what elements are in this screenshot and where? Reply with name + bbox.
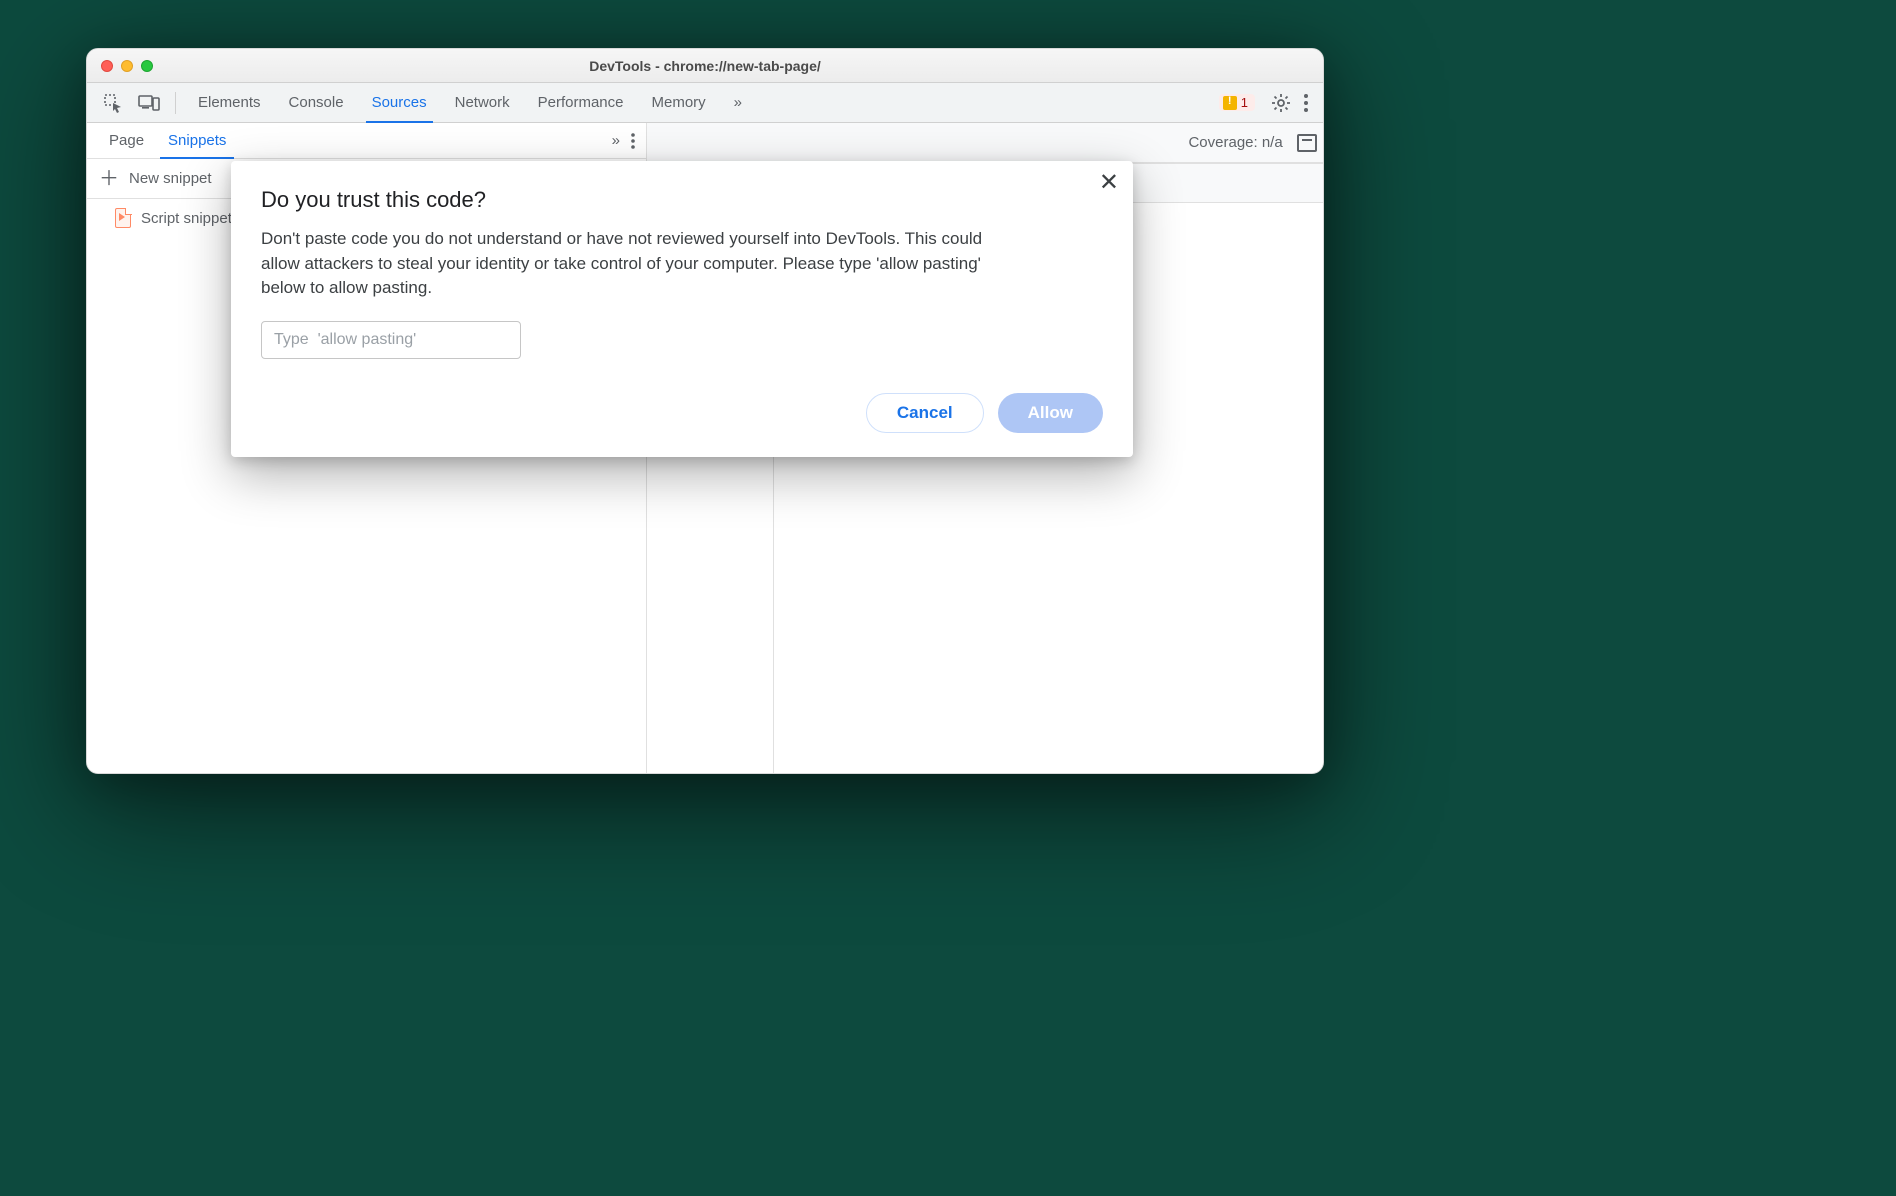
snippet-file-icon: [115, 208, 131, 228]
more-menu-button[interactable]: [1303, 93, 1309, 113]
settings-button[interactable]: [1271, 93, 1291, 113]
tab-label: Snippets: [168, 132, 226, 149]
window-title: DevTools - chrome://new-tab-page/: [87, 58, 1323, 74]
sidebar-tab-snippets[interactable]: Snippets: [156, 123, 238, 158]
traffic-lights: [87, 60, 153, 72]
window-titlebar: DevTools - chrome://new-tab-page/: [87, 49, 1323, 83]
tab-label: Memory: [652, 94, 706, 111]
allow-button[interactable]: Allow: [998, 393, 1103, 433]
plus-icon[interactable]: ＋: [99, 169, 119, 189]
issues-badge[interactable]: 1: [1219, 94, 1255, 111]
warning-icon: [1223, 96, 1237, 110]
tab-memory[interactable]: Memory: [638, 83, 720, 122]
tab-label: Network: [455, 94, 510, 111]
chevron-double-right-icon: »: [734, 94, 742, 111]
divider: [175, 92, 176, 114]
new-snippet-button[interactable]: New snippet: [129, 170, 212, 187]
tab-console[interactable]: Console: [275, 83, 358, 122]
panel-toggle-icon[interactable]: [1297, 134, 1317, 152]
button-label: Cancel: [897, 403, 953, 423]
tabs-overflow[interactable]: »: [720, 83, 756, 122]
device-toolbar-icon[interactable]: [137, 91, 161, 115]
editor-status-row: Coverage: n/a: [647, 123, 1323, 163]
more-menu-button[interactable]: [630, 132, 636, 150]
snippet-name: Script snippet: [141, 210, 232, 227]
sidebar-tabs: Page Snippets »: [87, 123, 646, 159]
minimize-window-button[interactable]: [121, 60, 133, 72]
trust-code-dialog: ✕ Do you trust this code? Don't paste co…: [231, 161, 1133, 457]
sources-body: Page Snippets » ＋ New snippet Script sni…: [87, 123, 1323, 773]
tab-network[interactable]: Network: [441, 83, 524, 122]
cancel-button[interactable]: Cancel: [866, 393, 984, 433]
tab-label: Elements: [198, 94, 261, 111]
devtools-window: DevTools - chrome://new-tab-page/ Elemen…: [86, 48, 1324, 774]
tab-sources[interactable]: Sources: [358, 83, 441, 122]
dialog-actions: Cancel Allow: [261, 393, 1103, 433]
inspect-element-icon[interactable]: [101, 91, 125, 115]
close-icon[interactable]: ✕: [1099, 171, 1119, 195]
sidebar-tab-page[interactable]: Page: [97, 123, 156, 158]
tab-elements[interactable]: Elements: [184, 83, 275, 122]
close-window-button[interactable]: [101, 60, 113, 72]
dialog-title: Do you trust this code?: [261, 187, 1103, 213]
chevron-double-right-icon[interactable]: »: [612, 132, 620, 149]
button-label: Allow: [1028, 403, 1073, 423]
tab-label: Sources: [372, 94, 427, 111]
tab-label: Console: [289, 94, 344, 111]
issues-count: 1: [1241, 95, 1248, 110]
dialog-body: Don't paste code you do not understand o…: [261, 227, 1021, 301]
devtools-tabstrip: Elements Console Sources Network Perform…: [87, 83, 1323, 123]
zoom-window-button[interactable]: [141, 60, 153, 72]
allow-pasting-input[interactable]: [261, 321, 521, 359]
tab-label: Performance: [538, 94, 624, 111]
tab-label: Page: [109, 132, 144, 149]
coverage-label: Coverage: n/a: [1188, 134, 1282, 151]
tab-performance[interactable]: Performance: [524, 83, 638, 122]
